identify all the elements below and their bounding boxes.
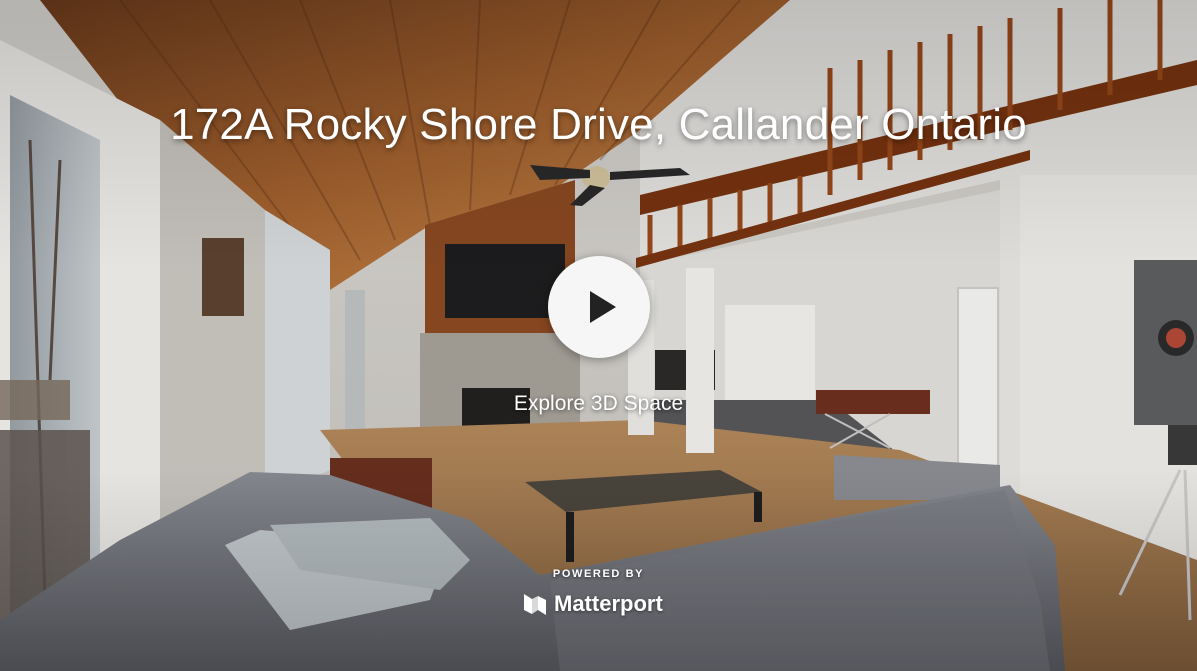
play-icon: [590, 291, 616, 323]
play-button[interactable]: [548, 256, 650, 358]
matterport-logo[interactable]: Matterport: [522, 589, 663, 619]
tour-viewer[interactable]: 172A Rocky Shore Drive, Callander Ontari…: [0, 0, 1197, 671]
explore-3d-space-label[interactable]: Explore 3D Space: [0, 392, 1197, 416]
matterport-logo-icon: [524, 594, 546, 615]
listing-title: 172A Rocky Shore Drive, Callander Ontari…: [170, 100, 1027, 149]
powered-by-label: POWERED BY: [552, 568, 645, 580]
matterport-brand-name: Matterport: [554, 591, 663, 616]
